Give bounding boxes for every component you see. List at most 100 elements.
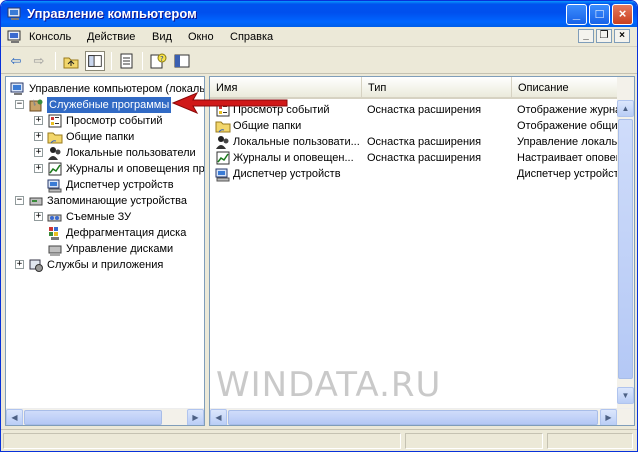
menu-help[interactable]: Справка (230, 31, 273, 43)
list-item[interactable]: Журналы и оповещен... Оснастка расширения… (210, 150, 620, 166)
back-icon[interactable]: ⇦ (6, 51, 26, 71)
scroll-right-icon[interactable]: ▶ (600, 409, 617, 425)
expand-icon[interactable]: + (34, 148, 43, 157)
console-window-icon[interactable] (7, 29, 23, 45)
child-close-button[interactable]: × (614, 29, 630, 43)
export-list-icon[interactable] (117, 51, 137, 71)
watermark: WINDATA.RU (216, 365, 442, 405)
minimize-button[interactable]: _ (566, 4, 587, 25)
title-bar[interactable]: Управление компьютером _ □ × (1, 1, 637, 27)
red-pointer-arrow-icon (171, 91, 288, 115)
scroll-left-icon[interactable]: ◀ (6, 409, 23, 425)
list-item[interactable]: Общие папки Отображение общих па (210, 118, 620, 134)
tree-item[interactable]: Дефрагментация диска (6, 225, 204, 241)
list-item-name: Общие папки (233, 120, 302, 132)
status-bar (1, 429, 637, 451)
device-manager-icon (47, 179, 62, 193)
tree-item[interactable]: Управление дисками (6, 241, 204, 257)
list-item-description: Диспетчер устройств (517, 168, 619, 180)
menu-window[interactable]: Окно (188, 31, 214, 43)
tree-item-label: Общие папки (66, 131, 135, 143)
tree-item[interactable]: Диспетчер устройств (6, 177, 204, 193)
properties-icon[interactable] (172, 51, 192, 71)
expand-icon[interactable]: + (34, 116, 43, 125)
services-apps-icon (29, 259, 43, 272)
scroll-left-icon[interactable]: ◀ (210, 409, 227, 425)
list-item-type: Оснастка расширения (367, 104, 482, 116)
status-cell (547, 433, 633, 449)
tree-item-label: Дефрагментация диска (66, 227, 187, 239)
tree-item-label: Управление дисками (66, 243, 174, 255)
tree-item[interactable]: + Просмотр событий (6, 113, 204, 129)
forward-icon[interactable]: ⇨ (29, 51, 49, 71)
shared-folders-icon (47, 132, 63, 144)
list-item-type: Оснастка расширения (367, 152, 482, 164)
list-item[interactable]: Локальные пользовати... Оснастка расширен… (210, 134, 620, 150)
scroll-thumb[interactable] (24, 410, 162, 425)
local-users-icon (48, 147, 61, 160)
tree-horizontal-scrollbar[interactable]: ◀ ▶ (6, 408, 204, 425)
show-hide-tree-icon[interactable] (85, 51, 105, 71)
status-cell (405, 433, 543, 449)
menu-console[interactable]: Консоль (29, 31, 71, 43)
performance-logs-icon (216, 151, 230, 165)
tree-item-label: Съемные ЗУ (66, 211, 132, 223)
details-horizontal-scrollbar[interactable]: ◀ ▶ (210, 408, 634, 425)
scroll-down-icon[interactable]: ▼ (617, 387, 634, 404)
tree-item[interactable]: + Службы и приложения (6, 257, 204, 273)
scroll-thumb[interactable] (228, 410, 598, 425)
window-title: Управление компьютером (27, 6, 197, 21)
expand-icon[interactable]: + (34, 212, 43, 221)
shared-folders-icon (215, 121, 231, 133)
list-item-name: Локальные пользовати... (233, 136, 360, 148)
tree-pane[interactable]: Управление компьютером (локаль − Служебные… (5, 76, 205, 426)
tree-item-label: Запоминающие устройства (47, 195, 188, 207)
tree-item[interactable]: − Запоминающие устройства (6, 193, 204, 209)
expand-icon[interactable]: + (34, 164, 43, 173)
collapse-icon[interactable]: − (15, 100, 24, 109)
list-item-type: Оснастка расширения (367, 136, 482, 148)
tree-item-label: Локальные пользователи (66, 147, 196, 159)
computer-management-icon (7, 7, 21, 20)
list-item-description: Настраивает оповеще (517, 152, 619, 164)
scroll-right-icon[interactable]: ▶ (187, 409, 204, 425)
tree-item[interactable]: + Общие папки (6, 129, 204, 145)
menu-action[interactable]: Действие (87, 31, 135, 43)
tree-item-label: Службы и приложения (47, 259, 164, 271)
list-item[interactable]: Диспетчер устройств Диспетчер устройств (210, 166, 620, 182)
child-restore-button[interactable]: ❐ (596, 29, 612, 43)
collapse-icon[interactable]: − (15, 196, 24, 205)
menu-bar: Консоль Действие Вид Окно Справка _ ❐ × (1, 27, 637, 47)
expand-icon[interactable]: + (15, 260, 24, 269)
expand-icon[interactable]: + (34, 132, 43, 141)
tree-item[interactable]: + Локальные пользователи (6, 145, 204, 161)
scroll-up-icon[interactable]: ▲ (617, 100, 634, 117)
tree-item[interactable]: + Съемные ЗУ (6, 209, 204, 225)
disk-management-icon (48, 245, 62, 256)
tree-item-label: Служебные программы (47, 97, 172, 113)
up-level-icon[interactable] (61, 51, 81, 71)
column-header-type[interactable]: Тип (362, 77, 512, 99)
storage-icon (29, 197, 43, 206)
local-users-icon (216, 136, 229, 149)
window: Управление компьютером _ □ × Консоль Дей… (0, 0, 638, 452)
help-icon[interactable]: ? (148, 51, 168, 71)
toolbar-separator (55, 52, 56, 70)
child-minimize-button[interactable]: _ (578, 29, 594, 43)
scroll-thumb[interactable] (618, 119, 633, 379)
details-vertical-scrollbar[interactable]: ▲ ▼ (617, 77, 634, 409)
close-button[interactable]: × (612, 4, 633, 25)
tree-item-label: Журналы и оповещения пр (66, 163, 205, 175)
toolbar-separator (142, 52, 143, 70)
maximize-button[interactable]: □ (589, 4, 610, 25)
defrag-icon (49, 227, 59, 240)
svg-text:?: ? (160, 55, 164, 63)
list-item-description: Управление локальны (517, 136, 619, 148)
tree-item[interactable]: + Журналы и оповещения пр (6, 161, 204, 177)
menu-view[interactable]: Вид (152, 31, 172, 43)
removable-storage-icon (47, 214, 62, 222)
list-item-description: Отображение общих па (517, 120, 619, 132)
system-tools-icon (29, 99, 43, 112)
list-item-name: Диспетчер устройств (233, 168, 341, 180)
list-item-name: Журналы и оповещен... (233, 152, 354, 164)
